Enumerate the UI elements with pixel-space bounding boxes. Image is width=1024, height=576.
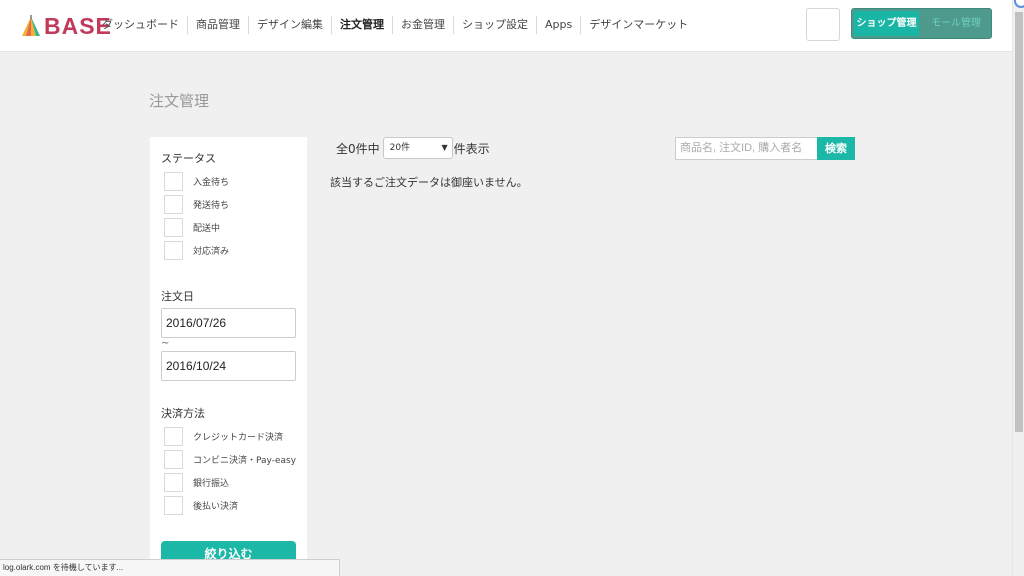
browser-status-bar: log.olark.com を待機しています... — [0, 559, 340, 576]
checkbox[interactable] — [164, 241, 183, 260]
checkbox-label: 配送中 — [193, 224, 221, 234]
per-page-select[interactable]: 20件 ▼ — [382, 137, 453, 159]
empty-message: 該当するご注文データは御座いません。 — [330, 176, 528, 189]
nav-dashboard[interactable]: ダッシュボード — [94, 16, 187, 34]
status-label: ステータス — [161, 152, 216, 165]
page-title: 注文管理 — [149, 92, 210, 110]
payment-option-deferred[interactable]: 後払い決済 — [164, 496, 238, 515]
payment-option-credit-card[interactable]: クレジットカード決済 — [164, 427, 283, 446]
tent-logo-icon — [22, 15, 40, 36]
checkbox[interactable] — [164, 473, 183, 492]
filter-panel: ステータス 入金待ち 発送待ち 配送中 対応済み 注文日 2016/07/26 … — [150, 137, 307, 576]
checkbox-label: 対応済み — [193, 247, 230, 257]
checkbox[interactable] — [164, 218, 183, 237]
scrollbar-thumb[interactable] — [1015, 12, 1023, 432]
nav-shop-settings[interactable]: ショップ設定 — [453, 16, 536, 34]
result-count-row: 全0件中 20件 ▼ 件表示 — [336, 137, 490, 159]
nav-design-market[interactable]: デザインマーケット — [580, 16, 696, 34]
page-scrollbar[interactable] — [1012, 0, 1024, 576]
shop-admin-tab[interactable]: ショップ管理 — [854, 11, 919, 36]
checkbox[interactable] — [164, 427, 183, 446]
order-date-label: 注文日 — [161, 290, 194, 303]
per-page-value: 20件 — [389, 143, 411, 153]
payment-method-label: 決済方法 — [161, 407, 205, 420]
top-header: BASE ダッシュボード 商品管理 デザイン編集 注文管理 お金管理 ショップ設… — [0, 0, 1012, 52]
count-prefix: 全0件中 — [336, 141, 380, 156]
status-option-shipping[interactable]: 配送中 — [164, 218, 220, 237]
count-suffix: 件表示 — [453, 141, 490, 156]
mode-switch: ショップ管理 モール管理 — [851, 8, 992, 39]
nav-items[interactable]: 商品管理 — [187, 16, 248, 34]
checkbox-label: 入金待ち — [193, 178, 230, 188]
checkbox[interactable] — [164, 496, 183, 515]
checkbox-label: コンビニ決済・Pay-easy — [193, 456, 297, 466]
checkbox[interactable] — [164, 172, 183, 191]
nav-money[interactable]: お金管理 — [392, 16, 453, 34]
mall-admin-tab[interactable]: モール管理 — [922, 11, 990, 36]
checkbox-label: クレジットカード決済 — [193, 433, 284, 443]
checkbox[interactable] — [164, 450, 183, 469]
dropdown-arrow-icon: ▼ — [441, 143, 448, 152]
date-to-input[interactable]: 2016/10/24 — [161, 351, 296, 381]
nav-orders[interactable]: 注文管理 — [331, 16, 392, 34]
status-option-done[interactable]: 対応済み — [164, 241, 229, 260]
checkbox-label: 発送待ち — [193, 201, 230, 211]
search-input[interactable]: 商品名, 注文ID, 購入者名 — [675, 137, 818, 160]
payment-option-bank-transfer[interactable]: 銀行振込 — [164, 473, 229, 492]
status-option-awaiting-shipment[interactable]: 発送待ち — [164, 195, 229, 214]
nav-apps[interactable]: Apps — [536, 16, 580, 34]
date-from-input[interactable]: 2016/07/26 — [161, 308, 296, 338]
search-button[interactable]: 検索 — [817, 137, 855, 160]
nav-design[interactable]: デザイン編集 — [248, 16, 331, 34]
payment-option-convenience-store[interactable]: コンビニ決済・Pay-easy — [164, 450, 296, 469]
status-option-awaiting-payment[interactable]: 入金待ち — [164, 172, 229, 191]
main-nav: ダッシュボード 商品管理 デザイン編集 注文管理 お金管理 ショップ設定 App… — [94, 16, 696, 34]
notification-button[interactable] — [806, 8, 840, 41]
checkbox[interactable] — [164, 195, 183, 214]
date-range-separator: ~ — [161, 338, 170, 349]
checkbox-label: 後払い決済 — [193, 502, 239, 512]
checkbox-label: 銀行振込 — [193, 479, 230, 489]
